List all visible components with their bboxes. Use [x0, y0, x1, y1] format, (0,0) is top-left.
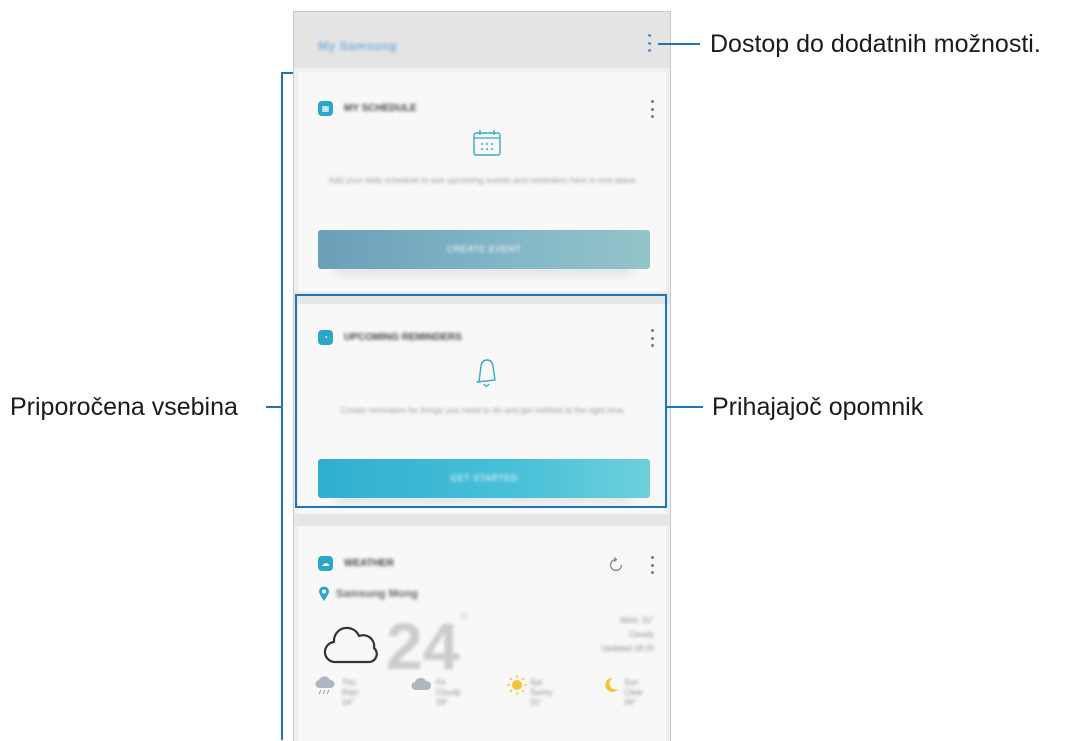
forecast-line: 26° [624, 698, 637, 707]
calendar-icon [473, 130, 501, 156]
forecast-line: Clear [624, 688, 644, 697]
calendar-badge-icon: ▦ [318, 101, 333, 116]
create-event-button[interactable]: CREATE EVENT [318, 230, 650, 269]
forecast-line: Thu [342, 678, 356, 687]
forecast-text: Fri Cloudy 29° [436, 678, 461, 708]
forecast-text: Thu Rain 24° [342, 678, 358, 708]
temperature-value: 24 [386, 609, 460, 683]
more-options-icon[interactable] [644, 34, 654, 52]
schedule-card: ▦ MY SCHEDULE Add your daily schedule to… [298, 72, 666, 292]
sun-icon [507, 675, 527, 695]
location-pin-icon [319, 586, 329, 601]
weather-details: MAX: 31° Cloudy Updated 18:25 [594, 616, 655, 654]
more-options-label: Dostop do dodatnih možnosti. [710, 30, 1041, 58]
forecast-day [314, 676, 336, 701]
forecast-text: Sun Clear 26° [624, 678, 643, 708]
bracket-label-tick [266, 406, 281, 408]
card-description: Add your daily schedule to see upcoming … [328, 175, 638, 185]
cloud-icon [411, 677, 432, 691]
recommended-content-label: Priporočena vsebina [10, 393, 238, 421]
card-menu-icon[interactable] [647, 100, 657, 118]
forecast-text: Sat Sunny 31° [530, 678, 553, 708]
card-title: MY SCHEDULE [344, 103, 417, 114]
temperature-unit: ° [459, 608, 469, 633]
card-title: WEATHER [344, 558, 394, 569]
forecast-line: 31° [530, 698, 543, 707]
forecast-line: 29° [436, 698, 449, 707]
forecast-day [506, 674, 528, 701]
forecast-day [410, 676, 432, 697]
bracket-top-tick [281, 72, 293, 74]
weather-detail: MAX: 31° [620, 616, 654, 625]
leader-line [667, 406, 703, 408]
card-menu-icon[interactable] [647, 556, 657, 574]
forecast-line: Fri [436, 678, 446, 687]
app-title: My Samsung [318, 39, 398, 53]
forecast-line: 24° [342, 698, 355, 707]
moon-icon [605, 677, 618, 692]
rain-cloud-icon [315, 676, 335, 695]
forecast-day [602, 676, 620, 699]
cloud-large-icon [323, 626, 378, 664]
app-bar: My Samsung [294, 12, 670, 68]
location-name: Samsung Mong [336, 588, 418, 600]
card-divider [294, 514, 670, 526]
weather-detail: Updated 18:25 [601, 644, 655, 653]
button-label: CREATE EVENT [446, 244, 522, 254]
forecast-line: Sunny [530, 688, 553, 697]
temperature-display: 24° [386, 608, 468, 684]
bracket-line [281, 72, 283, 740]
forecast-line: Sun [624, 678, 639, 687]
weather-detail: Cloudy [629, 630, 654, 639]
weather-badge-icon: ☁ [318, 556, 333, 571]
forecast-line: Sat [530, 678, 543, 687]
forecast-line: Cloudy [436, 688, 461, 697]
upcoming-reminder-label: Prihajajoč opomnik [712, 393, 924, 421]
reminder-highlight-box [295, 294, 667, 508]
leader-line [658, 43, 700, 45]
forecast-line: Rain [342, 688, 359, 697]
refresh-icon[interactable] [607, 556, 625, 574]
